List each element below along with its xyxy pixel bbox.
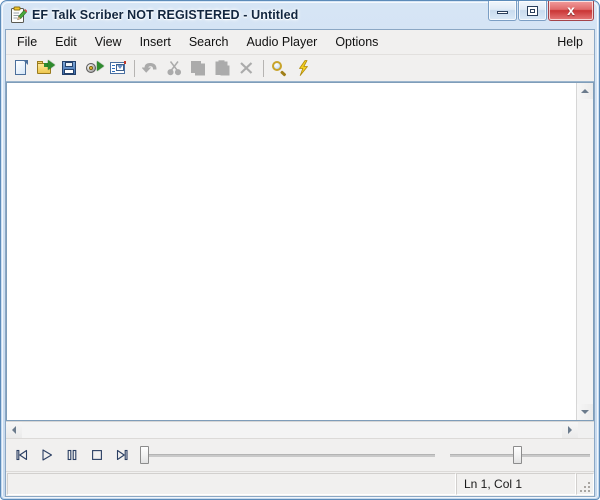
menu-insert[interactable]: Insert <box>131 32 180 53</box>
new-document-button[interactable] <box>10 57 33 79</box>
horizontal-scrollbar-row <box>6 421 594 438</box>
open-audio-button[interactable] <box>82 57 105 79</box>
status-cursor-position: Ln 1, Col 1 <box>456 473 576 495</box>
resize-grip[interactable] <box>576 473 594 495</box>
play-button[interactable] <box>35 443 59 467</box>
volume-slider-thumb[interactable] <box>513 446 522 464</box>
clipboard-pencil-icon <box>9 6 27 24</box>
window-title: EF Talk Scriber NOT REGISTERED - Untitle… <box>32 8 298 22</box>
menu-audio-player[interactable]: Audio Player <box>237 32 326 53</box>
scroll-down-arrow[interactable] <box>577 404 593 420</box>
vertical-scroll-track[interactable] <box>577 99 593 404</box>
stop-button[interactable] <box>85 443 109 467</box>
volume-slider[interactable] <box>450 443 590 467</box>
skip-to-start-button[interactable] <box>10 443 34 467</box>
status-bar: Ln 1, Col 1 <box>6 471 594 496</box>
menu-view[interactable]: View <box>86 32 131 53</box>
delete-button[interactable] <box>235 57 258 79</box>
save-button[interactable] <box>58 57 81 79</box>
client-area: File Edit View Insert Search Audio Playe… <box>5 29 595 497</box>
menu-help[interactable]: Help <box>548 32 592 53</box>
position-slider[interactable] <box>140 443 435 467</box>
minimize-button[interactable] <box>488 1 517 21</box>
new-document-icon <box>13 60 30 76</box>
open-audio-icon <box>85 60 102 76</box>
undo-icon <box>142 60 159 76</box>
paste-icon <box>214 60 231 76</box>
copy-button[interactable] <box>187 57 210 79</box>
close-icon: x <box>549 1 593 18</box>
lightning-icon <box>296 60 312 76</box>
properties-button[interactable] <box>106 57 129 79</box>
copy-icon <box>190 60 207 76</box>
open-document-button[interactable] <box>34 57 57 79</box>
undo-button[interactable] <box>139 57 162 79</box>
position-slider-thumb[interactable] <box>140 446 149 464</box>
audio-player-bar <box>6 438 594 471</box>
menu-file[interactable]: File <box>8 32 46 53</box>
scrollbar-corner <box>578 422 594 438</box>
menu-search[interactable]: Search <box>180 32 238 53</box>
cut-button[interactable] <box>163 57 186 79</box>
toolbar-separator-2 <box>263 60 264 77</box>
find-icon <box>271 60 288 76</box>
delete-icon <box>238 60 255 76</box>
text-editor[interactable] <box>7 83 576 420</box>
minimize-icon <box>497 11 508 14</box>
horizontal-scrollbar[interactable] <box>6 422 578 438</box>
application-window: EF Talk Scriber NOT REGISTERED - Untitle… <box>0 0 600 500</box>
scroll-right-arrow[interactable] <box>562 422 578 438</box>
scroll-up-arrow[interactable] <box>577 83 593 99</box>
properties-icon <box>109 60 126 76</box>
find-button[interactable] <box>268 57 291 79</box>
editor-container <box>6 82 594 421</box>
scroll-left-arrow[interactable] <box>6 422 22 438</box>
maximize-button[interactable] <box>518 1 547 21</box>
menu-edit[interactable]: Edit <box>46 32 86 53</box>
menu-options[interactable]: Options <box>326 32 387 53</box>
window-controls: x <box>487 1 594 21</box>
toolbar-separator-1 <box>134 60 135 77</box>
vertical-scrollbar[interactable] <box>576 83 593 420</box>
close-button[interactable]: x <box>548 1 594 21</box>
open-document-icon <box>37 60 54 76</box>
position-slider-track <box>140 454 435 457</box>
horizontal-scroll-track[interactable] <box>22 422 562 438</box>
save-icon <box>61 60 78 76</box>
maximize-icon <box>527 6 538 16</box>
title-bar: EF Talk Scriber NOT REGISTERED - Untitle… <box>5 1 595 29</box>
skip-to-end-button[interactable] <box>110 443 134 467</box>
status-message <box>7 473 456 495</box>
cut-icon <box>166 60 183 76</box>
toolbar <box>6 55 594 82</box>
pause-button[interactable] <box>60 443 84 467</box>
menu-bar: File Edit View Insert Search Audio Playe… <box>6 30 594 55</box>
lightning-button[interactable] <box>292 57 315 79</box>
paste-button[interactable] <box>211 57 234 79</box>
